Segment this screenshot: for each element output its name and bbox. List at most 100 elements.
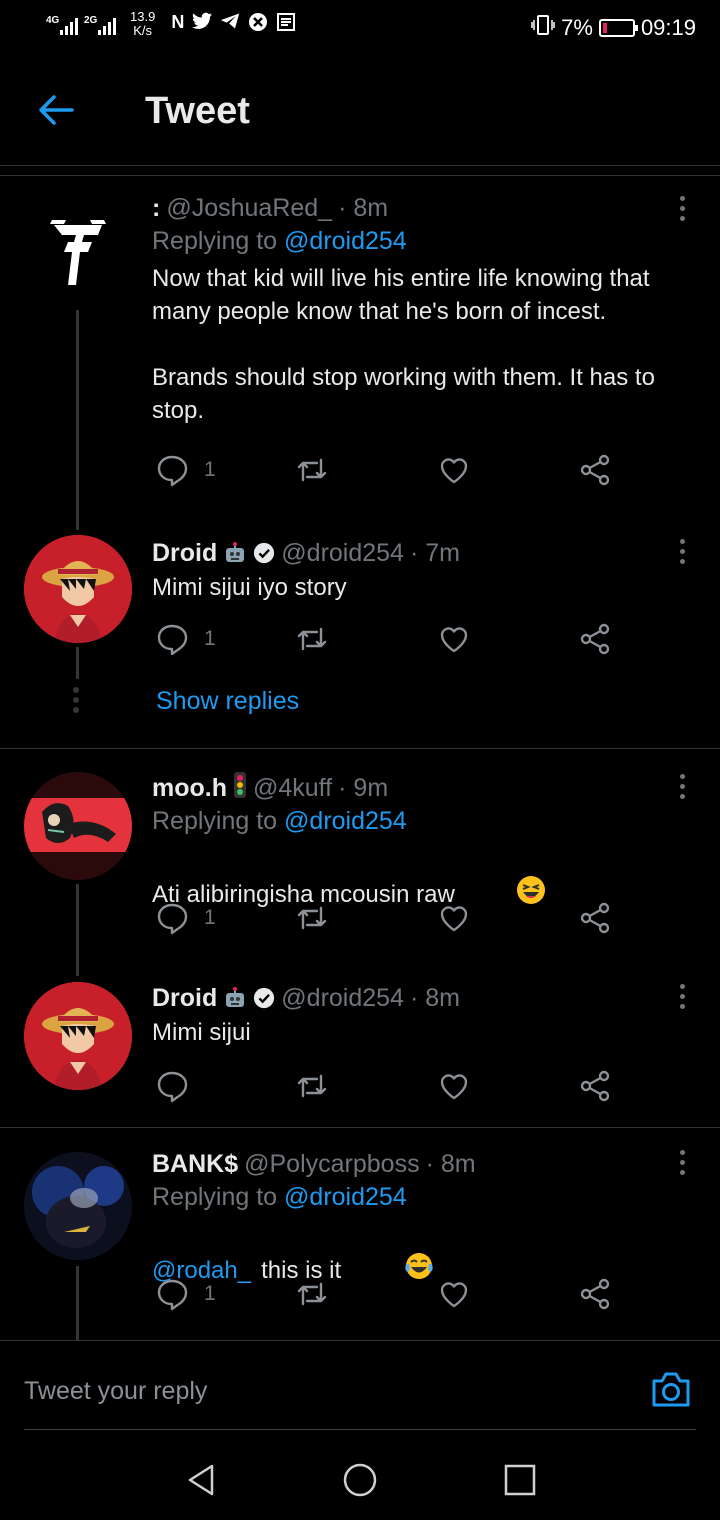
- divider: [0, 1127, 720, 1128]
- tweet-meta: : @JoshuaRed_ · 8m: [152, 192, 684, 224]
- retweet-icon: [297, 458, 327, 482]
- more-options-icon[interactable]: [678, 1150, 686, 1178]
- traffic-light-emoji-icon: [233, 771, 247, 806]
- retweet-button[interactable]: [294, 900, 330, 936]
- battery-icon: [598, 19, 638, 37]
- like-button[interactable]: [436, 1068, 472, 1104]
- network-speed: 13.9 K/s: [130, 9, 156, 38]
- like-button[interactable]: [436, 900, 472, 936]
- user-handle[interactable]: @Polycarpboss: [244, 1150, 419, 1179]
- user-handle[interactable]: @4kuff: [253, 774, 332, 803]
- more-replies-dots: [73, 687, 79, 717]
- back-arrow-icon[interactable]: [36, 92, 76, 128]
- divider: [0, 175, 720, 176]
- tweet-actions: 1: [152, 452, 622, 492]
- like-button[interactable]: [436, 621, 472, 657]
- more-options-icon[interactable]: [678, 539, 686, 567]
- retweet-button[interactable]: [294, 1276, 330, 1312]
- reply-icon: [157, 455, 188, 487]
- verified-badge-icon: [253, 542, 275, 564]
- nav-recents-icon[interactable]: [500, 1460, 540, 1500]
- tweet-text: Mimi sijui: [152, 1019, 251, 1046]
- tweet-reply-input[interactable]: [24, 1371, 584, 1411]
- page-title: Tweet: [145, 90, 250, 132]
- tweet-time: · 9m: [338, 773, 389, 802]
- mention-link[interactable]: @droid254: [284, 227, 407, 255]
- twitter-icon: [192, 12, 213, 37]
- tweet-meta: Droid @droid254 · 8m: [152, 982, 684, 1014]
- retweet-button[interactable]: [294, 1068, 330, 1104]
- like-button[interactable]: [436, 1276, 472, 1312]
- user-handle[interactable]: @JoshuaRed_: [166, 194, 332, 223]
- camera-icon[interactable]: [650, 1369, 692, 1409]
- reply-count: 1: [204, 906, 216, 929]
- heart-icon: [440, 1282, 468, 1308]
- tweet-actions: 1: [152, 1276, 622, 1316]
- share-button[interactable]: [577, 452, 613, 488]
- nav-home-icon[interactable]: [340, 1460, 380, 1500]
- tweet-text: Mimi sijui iyo story: [152, 574, 347, 601]
- reply-button[interactable]: 1: [154, 1276, 216, 1312]
- share-button[interactable]: [577, 1276, 613, 1312]
- display-name[interactable]: Droid: [152, 539, 217, 568]
- more-options-icon[interactable]: [678, 196, 686, 224]
- avatar[interactable]: [24, 772, 132, 880]
- avatar[interactable]: [24, 535, 132, 643]
- tweet-meta: BANK$ @Polycarpboss · 8m: [152, 1148, 684, 1180]
- tweet-actions: 1: [152, 621, 622, 661]
- share-icon: [580, 1070, 610, 1102]
- reply-button[interactable]: 1: [154, 621, 216, 657]
- retweet-icon: [297, 906, 327, 930]
- user-handle[interactable]: @droid254: [281, 539, 404, 568]
- user-handle[interactable]: @droid254: [281, 984, 404, 1013]
- heart-icon: [440, 906, 468, 932]
- signal-2g-icon: 2G: [84, 13, 116, 35]
- retweet-button[interactable]: [294, 452, 330, 488]
- luffy-avatar-icon: [24, 982, 132, 1090]
- tweet-text: Now that kid will live his entire life k…: [152, 265, 655, 424]
- share-button[interactable]: [577, 1068, 613, 1104]
- tweet-time: · 8m: [409, 983, 460, 1012]
- display-name[interactable]: Droid: [152, 984, 217, 1013]
- reply-button[interactable]: 1: [154, 452, 216, 488]
- replying-to: Replying to @droid254: [152, 1183, 407, 1211]
- reply-bar: [0, 1340, 720, 1440]
- thread-line: [76, 310, 79, 530]
- display-name[interactable]: :: [152, 194, 160, 223]
- more-options-icon[interactable]: [678, 984, 686, 1012]
- thread-line: [76, 1266, 79, 1340]
- mention-link[interactable]: @droid254: [284, 1183, 407, 1211]
- show-replies-link[interactable]: Show replies: [156, 687, 299, 716]
- avatar[interactable]: [24, 190, 132, 298]
- reply-button[interactable]: 1: [154, 900, 216, 936]
- mention-link[interactable]: @droid254: [284, 807, 407, 835]
- avatar[interactable]: [24, 1152, 132, 1260]
- input-underline: [24, 1429, 696, 1430]
- reply-button[interactable]: [154, 1068, 204, 1104]
- reply-icon: [157, 624, 188, 656]
- display-name[interactable]: moo.h: [152, 774, 227, 803]
- share-button[interactable]: [577, 900, 613, 936]
- retweet-button[interactable]: [294, 621, 330, 657]
- avatar[interactable]: [24, 982, 132, 1090]
- heart-icon: [440, 458, 468, 484]
- heart-icon: [440, 627, 468, 653]
- replying-to: Replying to @droid254: [152, 227, 407, 255]
- verified-badge-icon: [253, 987, 275, 1009]
- battery-percent: 7%: [561, 15, 593, 40]
- retweet-icon: [297, 1282, 327, 1306]
- display-name[interactable]: BANK$: [152, 1150, 238, 1179]
- thread-line: [76, 884, 79, 976]
- reply-count: 1: [204, 627, 216, 650]
- nav-back-icon[interactable]: [182, 1460, 222, 1500]
- more-options-icon[interactable]: [678, 774, 686, 802]
- robot-emoji-icon: [223, 986, 247, 1010]
- news-icon: [276, 12, 296, 37]
- blocked-icon: [248, 12, 268, 37]
- share-icon: [580, 1278, 610, 1310]
- share-button[interactable]: [577, 621, 613, 657]
- system-nav-bar: [0, 1440, 720, 1520]
- like-button[interactable]: [436, 452, 472, 488]
- replying-to: Replying to @droid254: [152, 807, 407, 835]
- retweet-icon: [297, 627, 327, 651]
